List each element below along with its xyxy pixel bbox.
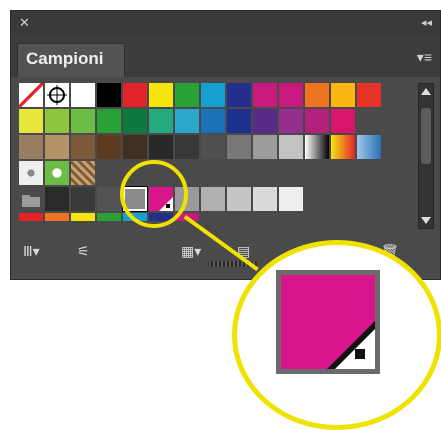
swatch[interactable] (45, 135, 69, 159)
panel-title-bar[interactable]: ✕ ◂◂ (11, 11, 440, 36)
swatch[interactable] (227, 83, 251, 107)
scroll-thumb[interactable] (421, 108, 431, 164)
swatch[interactable] (97, 109, 121, 133)
swatch[interactable] (279, 187, 303, 211)
swatch[interactable] (201, 187, 225, 211)
color-group-folder-icon[interactable] (19, 187, 43, 211)
swatch[interactable] (331, 83, 355, 107)
tab-label: Campioni (26, 49, 104, 68)
close-icon[interactable]: ✕ (19, 11, 30, 35)
swatch[interactable] (305, 109, 329, 133)
double-chevron-left-icon[interactable]: ◂◂ (421, 11, 432, 35)
swatch-gradient[interactable] (357, 135, 381, 159)
zoomed-swatch (276, 270, 380, 374)
swatch[interactable] (123, 135, 147, 159)
swatch[interactable] (71, 83, 95, 107)
swatch[interactable] (253, 83, 277, 107)
swatch[interactable] (97, 83, 121, 107)
swatch[interactable] (227, 109, 251, 133)
tab-row: Campioni ▾≡ (11, 35, 440, 77)
swatch-pattern[interactable] (19, 161, 43, 185)
swatch-gradient[interactable] (305, 135, 329, 159)
swatch[interactable] (123, 109, 147, 133)
swatch[interactable] (45, 213, 69, 221)
swatch[interactable] (149, 109, 173, 133)
scrollbar[interactable] (418, 83, 434, 229)
scroll-down-icon[interactable] (421, 217, 431, 224)
swatch[interactable] (19, 213, 43, 221)
swatch[interactable] (253, 187, 277, 211)
swatch[interactable] (175, 109, 199, 133)
swatch[interactable] (97, 187, 121, 211)
new-color-group-icon[interactable]: ▦▾ (181, 243, 201, 260)
swatch[interactable] (227, 187, 251, 211)
swatch[interactable] (279, 135, 303, 159)
tab-campioni[interactable]: Campioni (17, 43, 125, 77)
swatch[interactable] (45, 187, 69, 211)
swatch[interactable] (357, 83, 381, 107)
swatch[interactable] (19, 135, 43, 159)
swatch[interactable] (175, 83, 199, 107)
swatch-none[interactable] (19, 83, 43, 107)
swatch[interactable] (253, 109, 277, 133)
swatch[interactable] (149, 135, 173, 159)
swatch[interactable] (279, 83, 303, 107)
swatch[interactable] (71, 213, 95, 221)
panel-menu-icon[interactable]: ▾≡ (417, 49, 432, 66)
show-kinds-icon[interactable]: ⚟ (77, 243, 90, 260)
swatch-gradient[interactable] (331, 135, 355, 159)
swatch-library-icon[interactable]: Ⅲ▾ (23, 243, 40, 260)
swatch[interactable] (71, 135, 95, 159)
swatch[interactable] (149, 83, 173, 107)
scroll-up-icon[interactable] (421, 88, 431, 95)
swatch-pattern[interactable] (71, 161, 95, 185)
highlight-circle-small (120, 160, 188, 228)
swatch[interactable] (253, 135, 277, 159)
swatch[interactable] (19, 109, 43, 133)
swatch[interactable] (97, 135, 121, 159)
swatch[interactable] (71, 187, 95, 211)
swatch[interactable] (201, 135, 225, 159)
swatch[interactable] (201, 83, 225, 107)
swatch[interactable] (227, 135, 251, 159)
swatch[interactable] (97, 213, 121, 221)
swatch-pattern[interactable] (45, 161, 69, 185)
swatch-grid (19, 83, 409, 233)
swatch-registration[interactable] (45, 83, 69, 107)
swatch[interactable] (123, 83, 147, 107)
swatch[interactable] (45, 109, 69, 133)
swatch[interactable] (331, 109, 355, 133)
swatch[interactable] (279, 109, 303, 133)
swatch[interactable] (175, 135, 199, 159)
swatch[interactable] (201, 109, 225, 133)
swatch-global-dot-icon (355, 349, 365, 359)
swatches-panel: ✕ ◂◂ Campioni ▾≡ Ⅲ▾ ⚟ ▦▾ ▤ 🗑 (10, 10, 441, 280)
swatch[interactable] (71, 109, 95, 133)
swatch[interactable] (305, 83, 329, 107)
